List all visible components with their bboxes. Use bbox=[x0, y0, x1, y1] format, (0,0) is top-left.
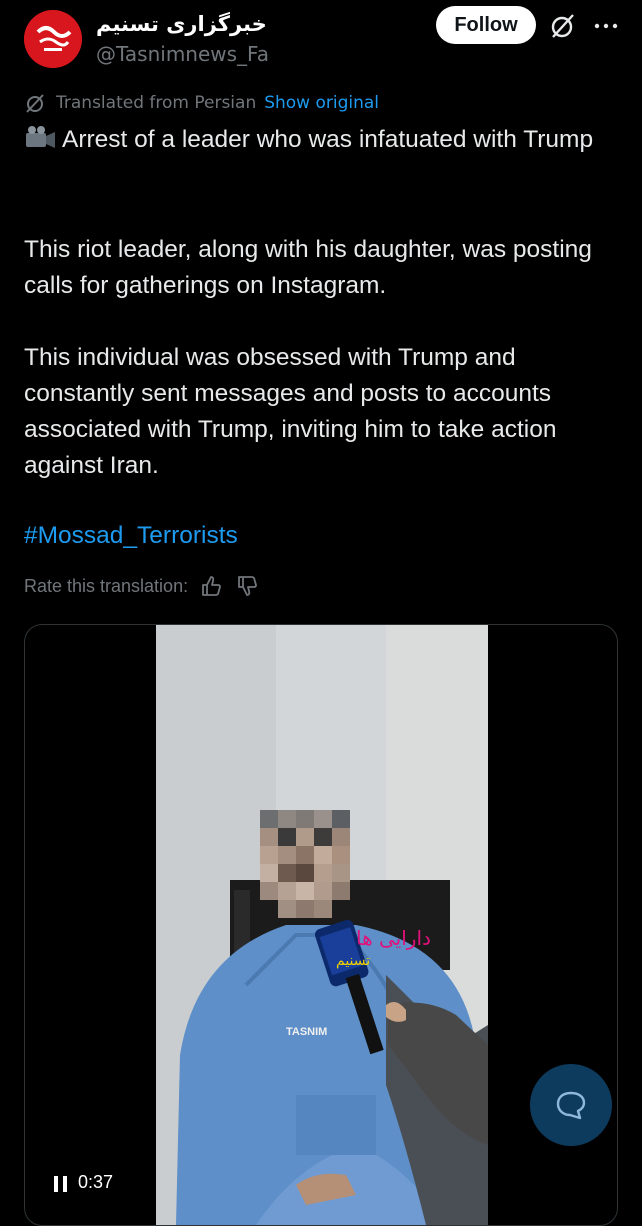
rate-translation-label: Rate this translation: bbox=[24, 575, 189, 596]
video-frame[interactable]: دارایی ها تسنیم TASNIM bbox=[156, 625, 488, 1225]
video-player[interactable]: دارایی ها تسنیم TASNIM bbox=[24, 624, 618, 1226]
show-original-link[interactable]: Show original bbox=[264, 93, 379, 113]
chat-bubble-icon bbox=[556, 1091, 586, 1120]
translated-from-label: Translated from Persian bbox=[56, 93, 257, 113]
pause-icon[interactable] bbox=[52, 1174, 70, 1194]
chat-button[interactable] bbox=[530, 1064, 612, 1146]
tweet-paragraph-3: This individual was obsessed with Trump … bbox=[24, 344, 557, 479]
tweet-paragraph-2: This riot leader, along with his daughte… bbox=[24, 236, 592, 299]
display-name[interactable]: خبرگزاری تسنیم bbox=[96, 10, 269, 38]
tweet-line-1: Arrest of a leader who was infatuated wi… bbox=[24, 122, 620, 158]
thumbs-up-icon[interactable] bbox=[200, 574, 224, 598]
grok-icon[interactable] bbox=[548, 12, 576, 40]
rate-translation: Rate this translation: bbox=[24, 574, 260, 598]
hashtag-link[interactable]: #Mossad_Terrorists bbox=[24, 518, 620, 554]
account-name-block[interactable]: خبرگزاری تسنیم @Tasnimnews_Fa bbox=[96, 10, 269, 68]
more-icon[interactable] bbox=[592, 14, 620, 38]
follow-button[interactable]: Follow bbox=[436, 6, 536, 44]
translate-icon bbox=[26, 94, 44, 113]
video-time: 0:37 bbox=[78, 1172, 114, 1192]
mic-label: تسنیم bbox=[336, 953, 370, 969]
handle[interactable]: @Tasnimnews_Fa bbox=[96, 40, 269, 68]
thumbs-down-icon[interactable] bbox=[236, 574, 260, 598]
movie-camera-icon bbox=[26, 126, 55, 148]
video-overlay-text: دارایی ها bbox=[356, 926, 431, 950]
tweet-header: خبرگزاری تسنیم @Tasnimnews_Fa Follow bbox=[0, 0, 642, 80]
video-watermark: TASNIM bbox=[286, 1026, 327, 1038]
tweet-headline: Arrest of a leader who was infatuated wi… bbox=[62, 126, 594, 153]
avatar[interactable] bbox=[24, 10, 82, 68]
translation-notice: Translated from Persian Show original bbox=[24, 92, 379, 114]
